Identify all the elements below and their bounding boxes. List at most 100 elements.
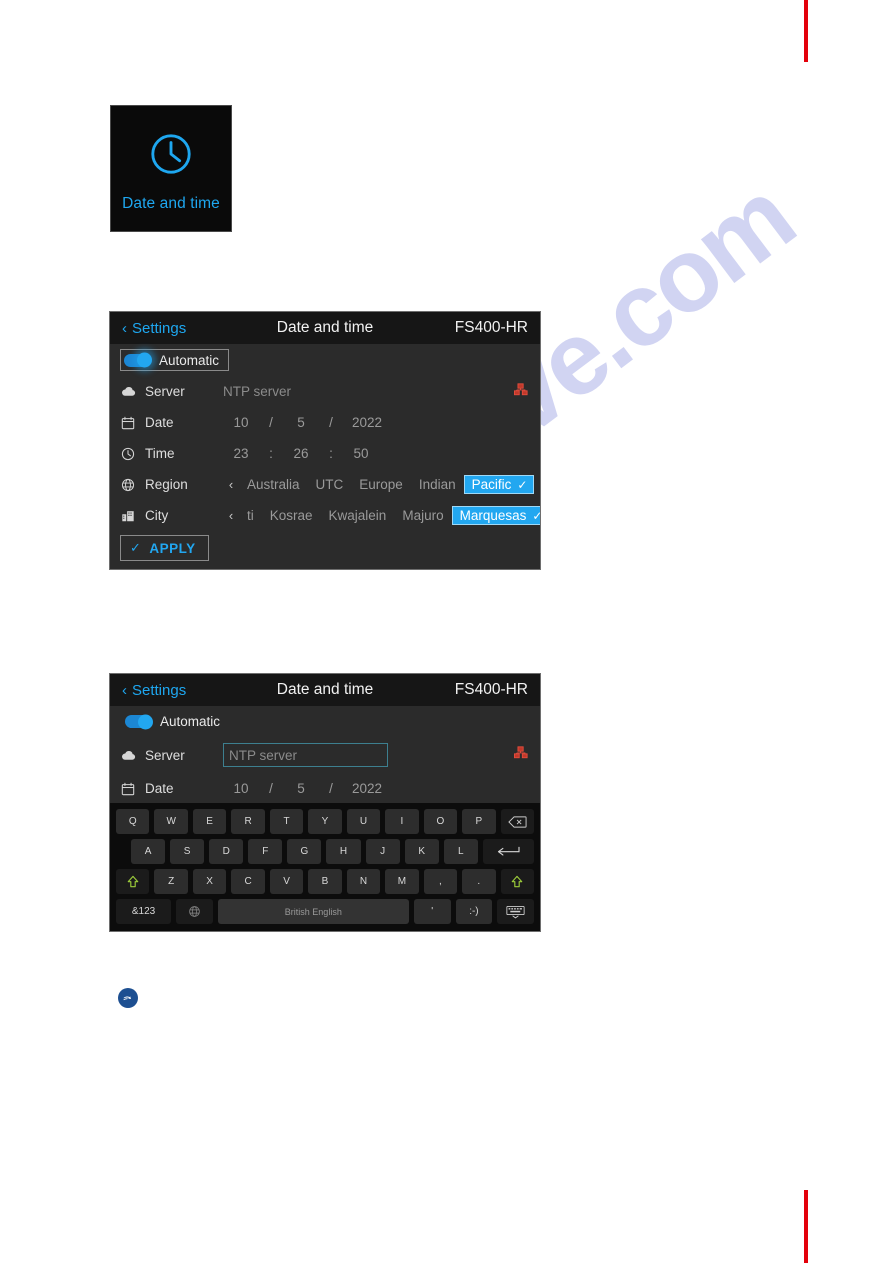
date-day-value[interactable]: 10 — [223, 415, 259, 430]
back-label: Settings — [132, 681, 187, 699]
key-l[interactable]: L — [443, 839, 478, 864]
calendar-icon — [120, 415, 136, 431]
apply-button-label: APPLY — [149, 540, 196, 556]
server-value: NTP server — [223, 384, 292, 399]
language-key[interactable] — [176, 899, 213, 924]
city-selected-option[interactable]: Marquesas ✓ — [451, 506, 540, 525]
key-j[interactable]: J — [365, 839, 400, 864]
city-selected-label: Marquesas — [459, 508, 527, 523]
key-w[interactable]: W — [154, 809, 188, 834]
server-label: Server — [145, 747, 185, 763]
key-q[interactable]: Q — [116, 809, 150, 834]
region-option-2[interactable]: Europe — [351, 477, 411, 492]
key-comma[interactable]: , — [423, 869, 458, 894]
row-region[interactable]: Region ‹ Australia UTC Europe Indian Pac… — [110, 469, 540, 500]
key-v[interactable]: V — [269, 869, 304, 894]
key-u[interactable]: U — [346, 809, 381, 834]
cloud-icon — [120, 747, 136, 763]
on-screen-keyboard: Q W E R T Y U I O P A S D F G H J K L Z … — [110, 803, 540, 931]
time-label: Time — [145, 446, 175, 461]
key-apostrophe[interactable]: ' — [413, 899, 451, 924]
server-label: Server — [145, 384, 185, 399]
hide-keyboard-key[interactable] — [497, 899, 535, 924]
key-k[interactable]: K — [404, 839, 439, 864]
key-y[interactable]: Y — [308, 809, 342, 834]
row-date[interactable]: Date 10 / 5 / 2022 — [110, 773, 540, 804]
region-next-arrow[interactable]: › — [534, 477, 540, 492]
key-x[interactable]: X — [192, 869, 227, 894]
time-seconds-value[interactable]: 50 — [343, 446, 379, 461]
row-automatic[interactable]: Automatic — [110, 344, 540, 376]
date-label: Date — [145, 781, 174, 796]
automatic-toggle-group[interactable]: Automatic — [120, 711, 230, 733]
globe-icon — [120, 477, 136, 493]
key-p[interactable]: P — [462, 809, 496, 834]
symbols-key[interactable]: &123 — [116, 899, 172, 924]
city-prev-arrow[interactable]: ‹ — [223, 508, 239, 523]
enter-key[interactable] — [482, 839, 534, 864]
key-period[interactable]: . — [462, 869, 496, 894]
date-year-value[interactable]: 2022 — [343, 781, 391, 796]
time-minutes-value[interactable]: 26 — [283, 446, 319, 461]
backspace-key[interactable] — [500, 809, 534, 834]
shift-key[interactable] — [500, 869, 534, 894]
key-n[interactable]: N — [346, 869, 381, 894]
key-b[interactable]: B — [308, 869, 342, 894]
row-server[interactable]: Server — [110, 737, 540, 773]
time-hours-value[interactable]: 23 — [223, 446, 259, 461]
panel-header: ‹ Settings Date and time FS400-HR — [110, 312, 540, 344]
keyboard-row-1: Q W E R T Y U I O P — [116, 809, 534, 834]
key-c[interactable]: C — [231, 869, 265, 894]
app-tile-date-and-time[interactable]: Date and time — [110, 105, 232, 232]
settings-list: Automatic Server NTP server Date 10 / 5 … — [110, 344, 540, 565]
automatic-toggle[interactable] — [125, 714, 153, 729]
region-prev-arrow[interactable]: ‹ — [223, 477, 239, 492]
city-option-2[interactable]: Kwajalein — [321, 508, 395, 523]
key-e[interactable]: E — [192, 809, 227, 834]
region-option-0[interactable]: Australia — [239, 477, 308, 492]
pointing-hand-icon — [118, 988, 138, 1008]
date-year-value[interactable]: 2022 — [343, 415, 391, 430]
key-a[interactable]: A — [131, 839, 166, 864]
city-option-1[interactable]: Kosrae — [262, 508, 321, 523]
row-city[interactable]: City ‹ ti Kosrae Kwajalein Majuro Marque… — [110, 500, 540, 531]
key-g[interactable]: G — [287, 839, 322, 864]
network-error-icon — [514, 746, 528, 765]
row-date[interactable]: Date 10 / 5 / 2022 — [110, 407, 540, 438]
shift-key[interactable] — [116, 869, 150, 894]
region-option-1[interactable]: UTC — [308, 477, 352, 492]
date-day-value[interactable]: 10 — [223, 781, 259, 796]
key-r[interactable]: R — [231, 809, 265, 834]
row-automatic[interactable]: Automatic — [110, 706, 540, 737]
row-server[interactable]: Server NTP server — [110, 376, 540, 407]
automatic-toggle-group[interactable]: Automatic — [120, 349, 230, 371]
row-time[interactable]: Time 23 : 26 : 50 — [110, 438, 540, 469]
ntp-server-input[interactable] — [223, 743, 388, 767]
city-option-3[interactable]: Majuro — [394, 508, 451, 523]
space-key[interactable]: British English — [217, 899, 409, 924]
page-edge-mark-bottom — [804, 1190, 808, 1263]
key-o[interactable]: O — [423, 809, 458, 834]
automatic-toggle[interactable] — [124, 352, 152, 368]
key-h[interactable]: H — [326, 839, 361, 864]
keyboard-row-2: A S D F G H J K L — [116, 839, 534, 864]
date-month-value[interactable]: 5 — [283, 781, 319, 796]
key-d[interactable]: D — [209, 839, 244, 864]
back-to-settings-button[interactable]: ‹ Settings — [122, 320, 186, 337]
apply-button[interactable]: ✓ APPLY — [120, 535, 209, 561]
region-option-3[interactable]: Indian — [411, 477, 464, 492]
emoji-key[interactable]: :-) — [455, 899, 493, 924]
key-m[interactable]: M — [385, 869, 419, 894]
key-i[interactable]: I — [385, 809, 419, 834]
back-to-settings-button[interactable]: ‹ Settings — [122, 682, 186, 699]
key-z[interactable]: Z — [154, 869, 188, 894]
keyboard-row-4: &123 British English ' :-) — [116, 899, 535, 924]
key-t[interactable]: T — [269, 809, 304, 834]
region-selected-option[interactable]: Pacific ✓ — [463, 475, 535, 494]
key-s[interactable]: S — [170, 839, 205, 864]
date-month-value[interactable]: 5 — [283, 415, 319, 430]
region-carousel[interactable]: ‹ Australia UTC Europe Indian Pacific ✓ … — [223, 475, 540, 494]
city-option-0[interactable]: ti — [239, 508, 262, 523]
city-carousel[interactable]: ‹ ti Kosrae Kwajalein Majuro Marquesas ✓… — [223, 506, 540, 525]
key-f[interactable]: F — [248, 839, 283, 864]
